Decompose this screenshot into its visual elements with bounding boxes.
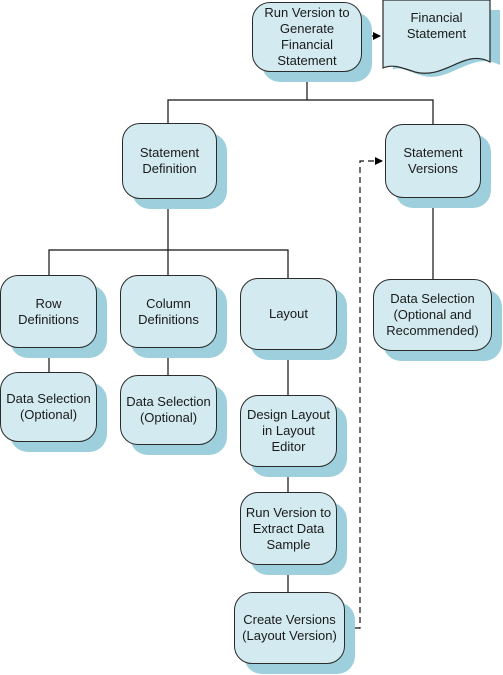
data-selection-row-label: Data Selection (Optional) xyxy=(0,372,97,442)
design-layout-label: Design Layout in Layout Editor xyxy=(240,395,337,467)
create-versions-label: Create Versions (Layout Version) xyxy=(234,592,345,664)
financial-statement-label: Financial Statement xyxy=(406,10,467,41)
row-definitions-label: Row Definitions xyxy=(0,275,97,348)
data-selection-versions-label: Data Selection (Optional and Recommended… xyxy=(373,279,492,351)
run-version-generate-label: Run Version to Generate Financial Statem… xyxy=(252,2,362,72)
data-selection-column-label: Data Selection (Optional) xyxy=(120,375,217,445)
column-definitions-label: Column Definitions xyxy=(120,275,217,348)
statement-versions-label: Statement Versions xyxy=(385,124,481,198)
edge-statement-definition-to-run-version xyxy=(167,99,434,124)
edge-create-versions-to-statement-versions xyxy=(345,157,383,629)
statement-definition-label: Statement Definition xyxy=(122,123,217,199)
layout-label: Layout xyxy=(240,278,337,350)
run-version-extract-label: Run Version to Extract Data Sample xyxy=(240,492,337,565)
